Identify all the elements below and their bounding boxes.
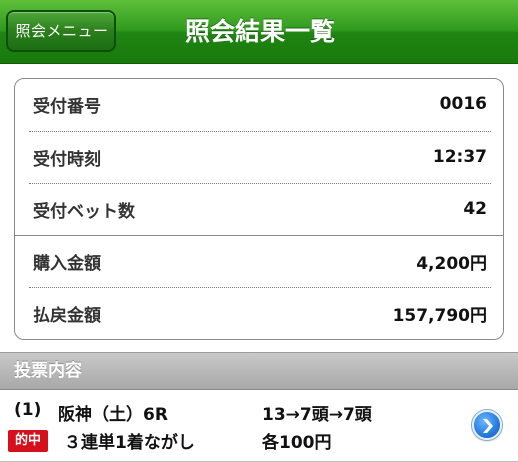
bet-type: ３連単1着ながし [64, 433, 195, 453]
page-title: 照会結果一覧 [184, 17, 335, 46]
bet-contents-section-header: 投票内容 [0, 352, 518, 390]
summary-value: 0016 [439, 94, 487, 114]
summary-label: 受付番号 [33, 96, 101, 117]
summary-row-receipt-time: 受付時刻 12:37 [15, 132, 503, 182]
summary-label: 払戻金額 [33, 305, 101, 326]
summary-label: 購入金額 [33, 253, 101, 274]
bet-amount: 各100円 [262, 433, 332, 453]
summary-label: 受付時刻 [33, 149, 101, 170]
summary-value: 12:37 [432, 147, 487, 167]
summary-value: 4,200円 [416, 253, 487, 274]
summary-row-bet-count: 受付ベット数 42 [15, 184, 503, 234]
chevron-right-circle-icon[interactable] [472, 410, 502, 440]
summary-value: 157,790円 [392, 305, 487, 326]
race-number: (1) [14, 400, 42, 420]
race-name: 阪神（土）6R [58, 405, 168, 425]
summary-row-purchase-amount: 購入金額 4,200円 [15, 236, 503, 286]
summary-value: 42 [463, 199, 487, 219]
summary-label: 受付ベット数 [33, 201, 135, 222]
back-to-menu-button[interactable]: 照会メニュー [6, 10, 116, 52]
bet-combination: 13→7頭→7頭 [262, 405, 372, 425]
summary-row-receipt-number: 受付番号 0016 [15, 79, 503, 129]
app-header: 照会メニュー 照会結果一覧 [0, 0, 518, 64]
summary-row-payout-amount: 払戻金額 157,790円 [15, 288, 503, 338]
hit-badge: 的中 [8, 430, 48, 452]
bet-list-item[interactable]: (1) 阪神（土）6R 13→7頭→7頭 的中 ３連単1着ながし 各100円 [0, 392, 518, 462]
receipt-summary-card: 受付番号 0016 受付時刻 12:37 受付ベット数 42 購入金額 4,20… [14, 78, 504, 340]
back-button-label: 照会メニュー [15, 22, 109, 40]
